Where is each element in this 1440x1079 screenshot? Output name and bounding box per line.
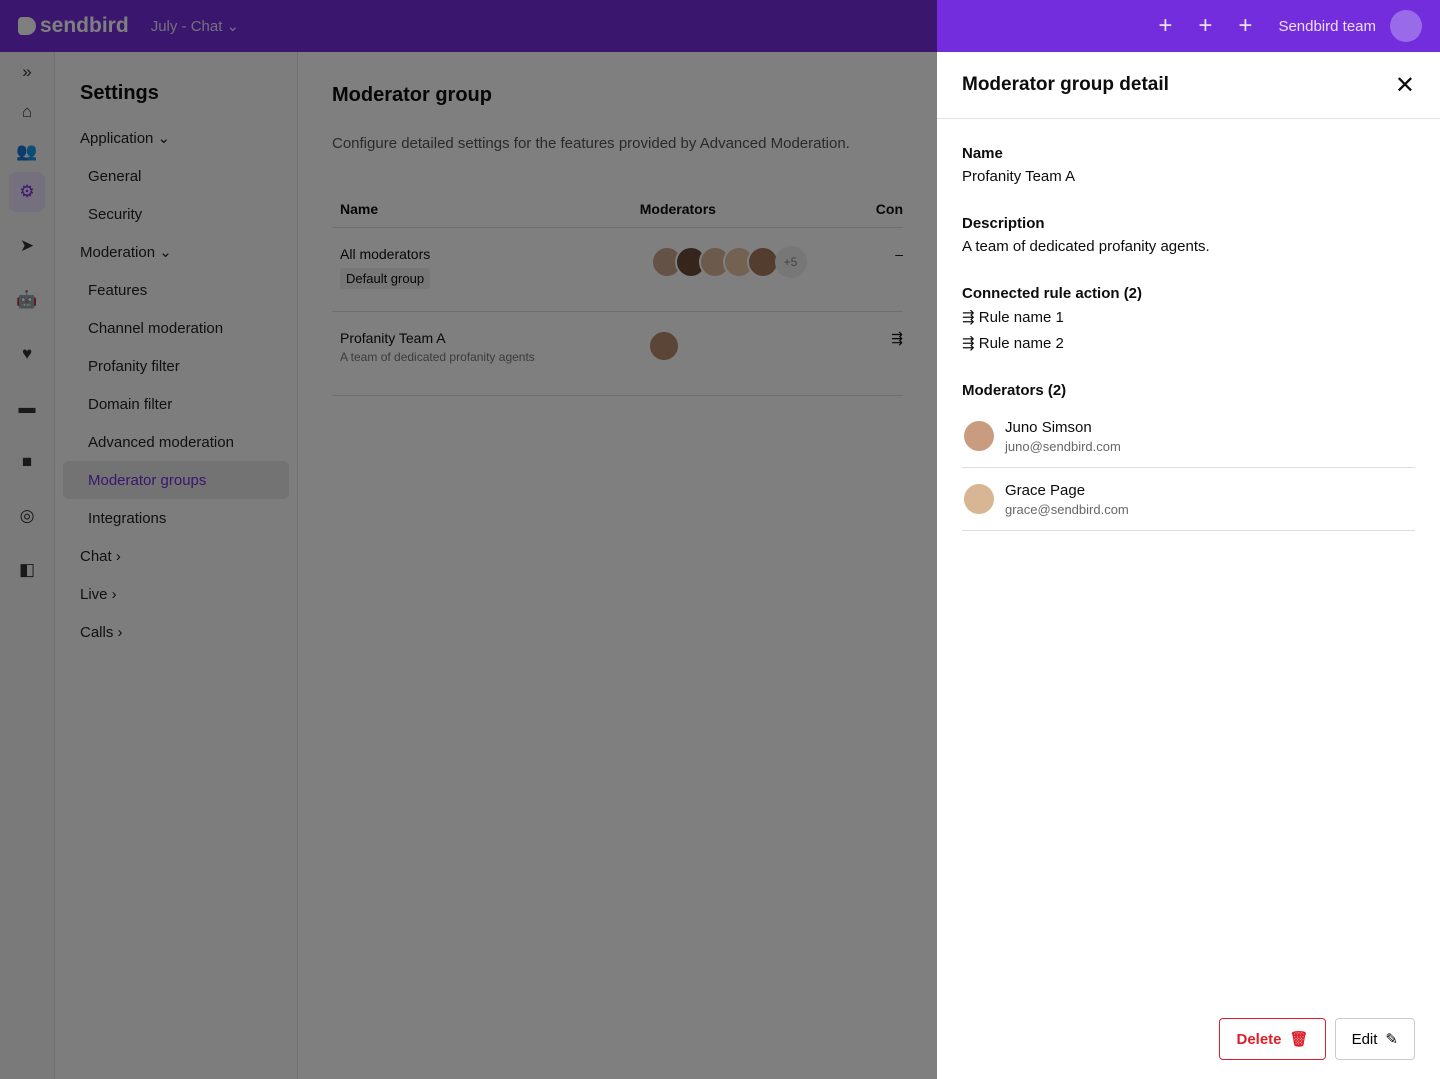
avatar xyxy=(962,482,996,516)
rule-item[interactable]: ⇶ Rule name 1 xyxy=(962,308,1415,326)
rule-icon: ⇶ xyxy=(962,335,975,352)
plus-icon[interactable]: + xyxy=(1158,12,1172,40)
description-label: Description xyxy=(962,215,1045,232)
edit-button[interactable]: Edit ✎ xyxy=(1334,1018,1415,1060)
avatar xyxy=(962,419,996,453)
moderators-label: Moderators (2) xyxy=(962,382,1067,399)
rule-icon: ⇶ xyxy=(962,309,975,326)
name-value: Profanity Team A xyxy=(962,168,1076,185)
moderator-item: Juno Simson juno@sendbird.com xyxy=(962,405,1415,468)
pencil-icon: ✎ xyxy=(1385,1031,1398,1048)
user-name[interactable]: Sendbird team xyxy=(1278,18,1376,35)
rule-item[interactable]: ⇶ Rule name 2 xyxy=(962,334,1415,352)
panel-title: Moderator group detail xyxy=(962,74,1169,95)
delete-button[interactable]: Delete 🗑 xyxy=(1219,1018,1326,1060)
detail-panel: Moderator group detail ✕ Name Profanity T… xyxy=(937,52,1440,1079)
user-avatar[interactable] xyxy=(1390,10,1422,42)
description-value: A team of dedicated profanity agents. xyxy=(962,238,1210,255)
moderator-item: Grace Page grace@sendbird.com xyxy=(962,468,1415,531)
name-label: Name xyxy=(962,145,1003,162)
rules-label: Connected rule action (2) xyxy=(962,285,1143,302)
modal-backdrop[interactable] xyxy=(0,0,937,1079)
plus-icon[interactable]: + xyxy=(1198,12,1212,40)
plus-icon[interactable]: + xyxy=(1238,12,1252,40)
close-icon[interactable]: ✕ xyxy=(1395,71,1415,100)
trash-icon: 🗑 xyxy=(1289,1031,1309,1048)
